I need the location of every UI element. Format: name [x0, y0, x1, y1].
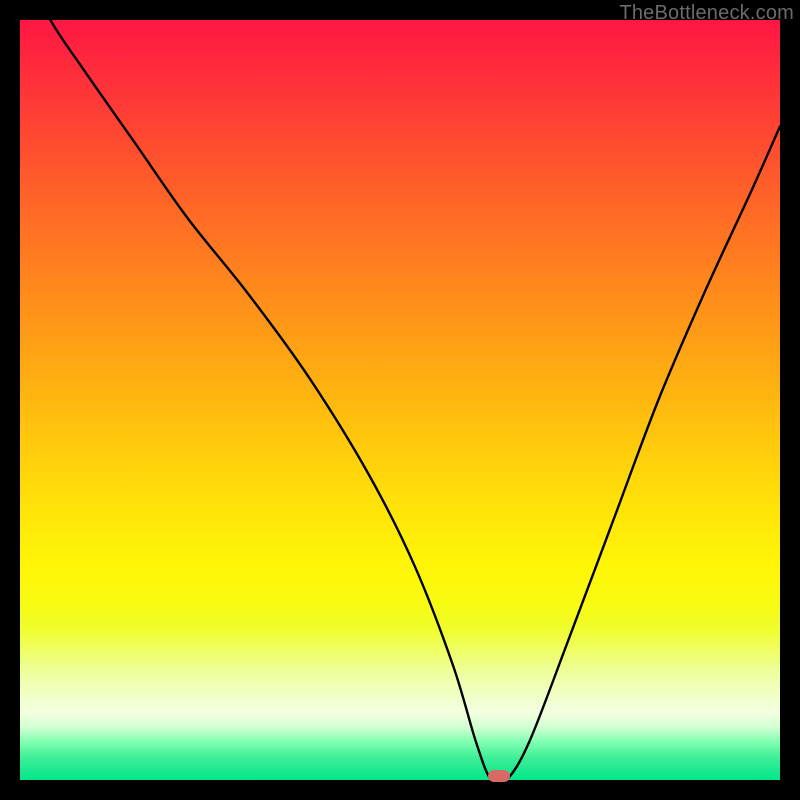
chart-frame: TheBottleneck.com — [0, 0, 800, 800]
bottleneck-curve — [20, 20, 780, 780]
plot-area — [20, 20, 780, 780]
optimum-marker — [488, 770, 510, 782]
curve-path — [20, 20, 780, 780]
